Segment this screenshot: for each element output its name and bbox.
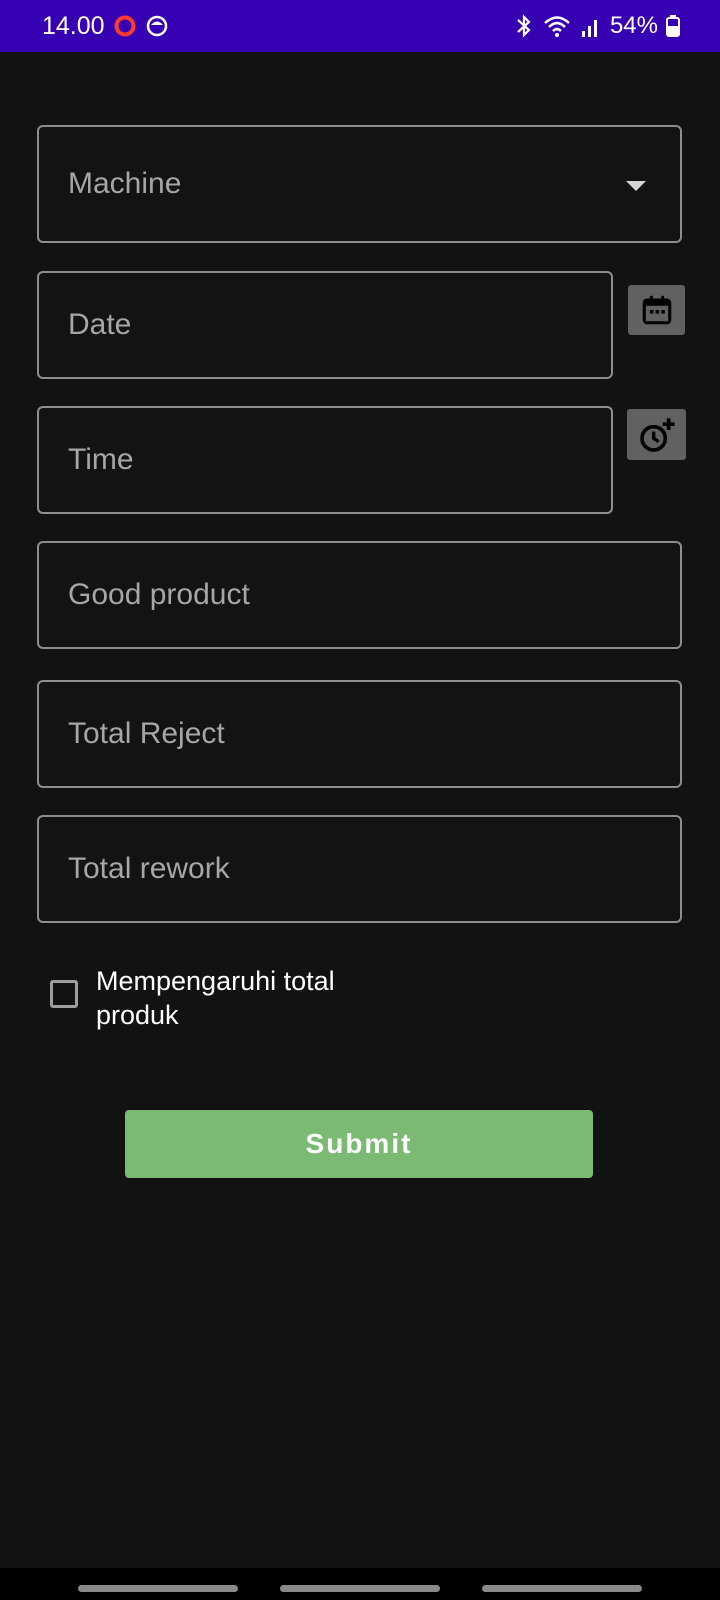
wifi-icon [542, 13, 572, 39]
time-label: Time [68, 443, 134, 476]
date-field[interactable]: Date [37, 271, 613, 379]
dropdown-arrow-icon [626, 181, 646, 191]
status-bar: 14.00 54% [0, 0, 720, 52]
total-reject-label: Total Reject [68, 717, 225, 750]
notification-app-icon [145, 14, 169, 38]
good-product-field[interactable]: Good product [37, 541, 682, 649]
battery-percent: 54% [609, 12, 658, 39]
machine-label: Machine [68, 167, 182, 200]
battery-icon [666, 13, 680, 39]
status-right: 54% [514, 12, 680, 40]
status-time: 14.00 [42, 11, 105, 40]
total-rework-field[interactable]: Total rework [37, 815, 682, 923]
nav-home-handle[interactable] [280, 1585, 440, 1592]
status-left: 14.00 [42, 12, 169, 41]
good-product-label: Good product [68, 578, 250, 611]
date-label: Date [68, 308, 132, 341]
total-rework-label: Total rework [68, 852, 230, 885]
signal-icon [580, 13, 602, 39]
affects-total-checkbox[interactable] [50, 980, 78, 1008]
bluetooth-icon [514, 13, 534, 39]
calendar-icon [640, 293, 674, 327]
affects-total-row[interactable]: Mempengaruhi total produk [50, 964, 376, 1032]
time-field[interactable]: Time [37, 406, 613, 514]
machine-dropdown[interactable]: Machine [37, 125, 682, 243]
affects-total-label: Mempengaruhi total produk [96, 966, 335, 1030]
submit-button[interactable]: Submit [125, 1110, 593, 1178]
nav-recents-handle[interactable] [78, 1585, 238, 1592]
add-alarm-icon [637, 415, 677, 455]
time-picker-button[interactable] [627, 409, 686, 460]
opera-icon [113, 14, 137, 38]
date-picker-button[interactable] [628, 285, 685, 335]
nav-back-handle[interactable] [482, 1585, 642, 1592]
total-reject-field[interactable]: Total Reject [37, 680, 682, 788]
navigation-bar [0, 1568, 720, 1600]
